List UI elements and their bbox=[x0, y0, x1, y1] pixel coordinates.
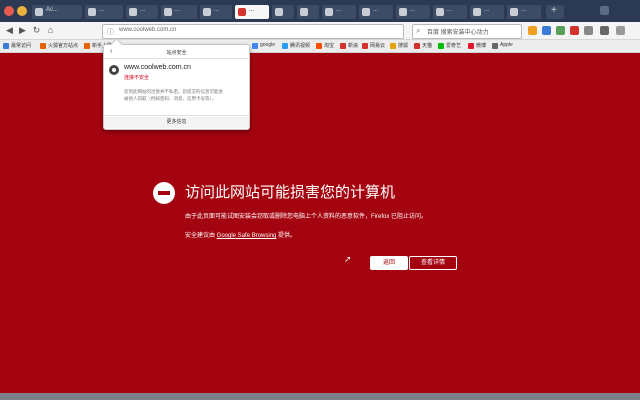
divider bbox=[104, 58, 249, 59]
forward-icon[interactable]: ▶ bbox=[17, 25, 28, 36]
insecure-site-icon bbox=[109, 65, 119, 75]
tab[interactable] bbox=[297, 5, 319, 19]
info-icon[interactable]: ⓘ bbox=[107, 27, 114, 37]
tab-favicon-icon bbox=[473, 8, 481, 16]
tab[interactable]: ... bbox=[322, 5, 356, 19]
extension-icon[interactable] bbox=[584, 26, 593, 35]
bookmark-icon bbox=[492, 43, 498, 49]
tab-active[interactable]: ... bbox=[235, 5, 269, 19]
tab-favicon-icon bbox=[275, 8, 283, 16]
bookmark-icon bbox=[340, 43, 346, 49]
search-input[interactable]: ⌕ 百度 搜索安装中心动力 bbox=[412, 24, 522, 39]
nav-toolbar: ◀ ▶ ↻ ⌂ ⓘ www.coolweb.com.cn ⌕ 百度 搜索安装中心… bbox=[0, 22, 640, 40]
mouse-cursor-icon: ➚ bbox=[344, 254, 352, 264]
go-back-button[interactable]: 返回 bbox=[370, 256, 408, 270]
tab-favicon-icon bbox=[300, 8, 308, 16]
plus-icon: + bbox=[551, 5, 557, 16]
bookmark-icon bbox=[40, 43, 46, 49]
tab[interactable]: ... bbox=[396, 5, 430, 19]
close-window-icon[interactable] bbox=[4, 6, 14, 16]
tab-favicon-icon bbox=[164, 8, 172, 16]
bookmarks-bar: 最常访问 火狐官方站点 新手上路 google 腾讯视频 淘宝 新浪 网易云 搜… bbox=[0, 40, 640, 53]
menu-icon[interactable] bbox=[600, 26, 609, 35]
connection-detail: 您到此网站的连接并不私密。您提交的信息可能会 bbox=[124, 89, 223, 94]
view-details-button[interactable]: 查看详情 bbox=[409, 256, 457, 270]
tab-favicon-icon bbox=[362, 8, 370, 16]
search-text[interactable]: 百度 搜索安装中心动力 bbox=[427, 27, 489, 36]
tab[interactable]: ... bbox=[507, 5, 541, 19]
tab-list-icon[interactable] bbox=[600, 6, 609, 15]
tab[interactable]: ... bbox=[359, 5, 393, 19]
warning-advice: 安全建议由 Google Safe Browsing 提供。 bbox=[185, 233, 297, 239]
tab[interactable] bbox=[272, 5, 294, 19]
browser-window: Ac... ... ... ... ... ... ... ... ... ..… bbox=[0, 0, 640, 400]
connection-status: 连接不安全 bbox=[124, 75, 150, 81]
download-icon[interactable] bbox=[542, 26, 551, 35]
tab-favicon-icon bbox=[510, 8, 518, 16]
tab-favicon-icon bbox=[35, 8, 43, 16]
tab-favicon-icon bbox=[436, 8, 444, 16]
overflow-icon[interactable] bbox=[616, 26, 625, 35]
minimize-window-icon[interactable] bbox=[17, 6, 27, 16]
extension-icon[interactable] bbox=[570, 26, 579, 35]
home-icon[interactable]: ⌂ bbox=[45, 25, 56, 36]
extension-icon[interactable] bbox=[556, 26, 565, 35]
tab-favicon-icon bbox=[325, 8, 333, 16]
more-info-button[interactable]: 更多信息 bbox=[104, 117, 249, 128]
tab[interactable]: ... bbox=[161, 5, 197, 19]
bookmark-icon bbox=[282, 43, 288, 49]
bookmark-icon bbox=[390, 43, 396, 49]
tab[interactable]: ... bbox=[85, 5, 123, 19]
bookmark-icon bbox=[252, 43, 258, 49]
divider bbox=[104, 115, 249, 116]
bookmark-icon bbox=[414, 43, 420, 49]
tab-strip: Ac... ... ... ... ... ... ... ... ... ..… bbox=[0, 0, 640, 22]
url-bar[interactable]: ⓘ www.coolweb.com.cn bbox=[102, 24, 404, 39]
tab[interactable]: ... bbox=[126, 5, 158, 19]
blocked-page bbox=[0, 53, 640, 393]
bookmark-icon bbox=[438, 43, 444, 49]
bookmark-icon bbox=[3, 43, 9, 49]
tab-favicon-icon bbox=[203, 8, 211, 16]
warning-description: 由于此页面可能试图安装会窃取或删除您电脑上个人资料的恶意软件，Firefox 已… bbox=[185, 214, 428, 220]
tab[interactable]: ... bbox=[200, 5, 232, 19]
tab-favicon-icon bbox=[399, 8, 407, 16]
new-tab-button[interactable]: + bbox=[546, 5, 564, 19]
blocked-icon bbox=[153, 182, 175, 204]
safe-browsing-link[interactable]: Google Safe Browsing bbox=[217, 233, 277, 239]
tab-favicon-icon bbox=[88, 8, 96, 16]
site-domain: www.coolweb.com.cn bbox=[124, 64, 191, 71]
connection-detail: 被他人窃取（例如密码、消息、信用卡号等）。 bbox=[124, 96, 217, 101]
bookmark-icon bbox=[84, 43, 90, 49]
tab-favicon-icon bbox=[129, 8, 137, 16]
bookmark-icon bbox=[316, 43, 322, 49]
reload-icon[interactable]: ↻ bbox=[31, 25, 42, 36]
tab[interactable]: ... bbox=[433, 5, 467, 19]
bookmark-icon bbox=[468, 43, 474, 49]
site-info-panel: ‹ 站点安全 www.coolweb.com.cn 连接不安全 您到此网站的连接… bbox=[103, 38, 250, 130]
status-bar bbox=[0, 393, 640, 400]
tab[interactable]: Ac... bbox=[32, 5, 82, 19]
back-icon[interactable]: ◀ bbox=[4, 25, 15, 36]
warning-title: 访问此网站可能损害您的计算机 bbox=[185, 183, 396, 201]
warning-favicon-icon bbox=[238, 8, 246, 16]
tab[interactable]: ... bbox=[470, 5, 504, 19]
bookmark-icon bbox=[362, 43, 368, 49]
search-icon: ⌕ bbox=[416, 26, 421, 35]
bookmark-star-icon[interactable] bbox=[528, 26, 537, 35]
panel-title: 站点安全 bbox=[166, 50, 187, 56]
url-text[interactable]: www.coolweb.com.cn bbox=[119, 27, 176, 33]
